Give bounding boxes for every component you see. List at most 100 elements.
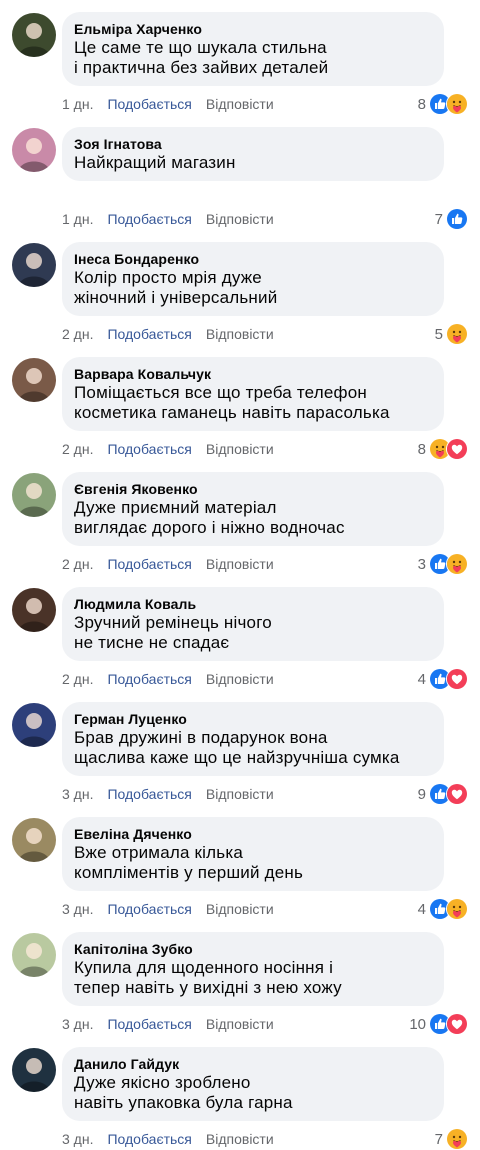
comment-actions: 3 дн. Подобається Відповісти <box>62 785 274 803</box>
avatar[interactable] <box>12 13 56 57</box>
avatar[interactable] <box>12 703 56 747</box>
comment-text: Дуже якісно зроблено навіть упаковка бул… <box>74 1073 293 1112</box>
reaction-icons <box>429 668 468 690</box>
comment: Євгенія Яковенко Дуже приємний матеріал … <box>0 460 480 575</box>
comment-text: Колір просто мрія дуже жіночний і універ… <box>74 268 278 307</box>
comment-author[interactable]: Зоя Ігнатова <box>74 135 432 153</box>
avatar[interactable] <box>12 933 56 977</box>
comment-time[interactable]: 3 дн. <box>62 900 93 918</box>
like-button[interactable]: Подобається <box>107 325 191 343</box>
like-button[interactable]: Подобається <box>107 555 191 573</box>
reaction-count: 8 <box>417 440 426 458</box>
avatar-image <box>12 13 56 57</box>
comment-author[interactable]: Інеса Бондаренко <box>74 250 432 268</box>
comment-actions: 3 дн. Подобається Відповісти <box>62 900 274 918</box>
like-button[interactable]: Подобається <box>107 900 191 918</box>
comment-author[interactable]: Капітоліна Зубко <box>74 940 432 958</box>
reaction-icons <box>429 1013 468 1035</box>
like-icon <box>446 208 468 230</box>
avatar-image <box>12 933 56 977</box>
avatar[interactable] <box>12 473 56 517</box>
reaction-summary[interactable]: 10 <box>409 1013 468 1035</box>
comment-author[interactable]: Ельміра Харченко <box>74 20 432 38</box>
comment-bubble: Ельміра Харченко Це саме те що шукала ст… <box>62 12 444 86</box>
comment-time[interactable]: 2 дн. <box>62 555 93 573</box>
reaction-count: 4 <box>417 670 426 688</box>
reaction-count: 4 <box>417 900 426 918</box>
reply-button[interactable]: Відповісти <box>206 785 274 803</box>
comment-time[interactable]: 3 дн. <box>62 1130 93 1148</box>
comment-author[interactable]: Герман Луценко <box>74 710 432 728</box>
comment-bubble: Варвара Ковальчук Поміщається все що тре… <box>62 357 444 431</box>
comment-text: Найкращий магазин <box>74 153 236 172</box>
comment-author[interactable]: Варвара Ковальчук <box>74 365 432 383</box>
comment-author[interactable]: Евеліна Дяченко <box>74 825 432 843</box>
reply-button[interactable]: Відповісти <box>206 210 274 228</box>
avatar[interactable] <box>12 1048 56 1092</box>
avatar[interactable] <box>12 358 56 402</box>
reaction-summary[interactable]: 3 <box>418 553 468 575</box>
reaction-icons <box>429 93 468 115</box>
avatar[interactable] <box>12 128 56 172</box>
reply-button[interactable]: Відповісти <box>206 900 274 918</box>
like-button[interactable]: Подобається <box>107 210 191 228</box>
like-button[interactable]: Подобається <box>107 670 191 688</box>
reaction-icons <box>446 208 468 230</box>
like-button[interactable]: Подобається <box>107 1015 191 1033</box>
avatar[interactable] <box>12 818 56 862</box>
reply-button[interactable]: Відповісти <box>206 325 274 343</box>
reply-button[interactable]: Відповісти <box>206 440 274 458</box>
reaction-count: 8 <box>417 95 426 113</box>
reaction-icons <box>446 323 468 345</box>
reaction-summary[interactable]: 8 <box>418 93 468 115</box>
comment-time[interactable]: 2 дн. <box>62 440 93 458</box>
comment-actions: 2 дн. Подобається Відповісти <box>62 440 274 458</box>
comment-bubble: Данило Гайдук Дуже якісно зроблено навіт… <box>62 1047 444 1121</box>
reply-button[interactable]: Відповісти <box>206 1130 274 1148</box>
comment-author[interactable]: Євгенія Яковенко <box>74 480 432 498</box>
comment-time[interactable]: 3 дн. <box>62 1015 93 1033</box>
reaction-summary[interactable]: 8 <box>418 438 468 460</box>
avatar-image <box>12 1048 56 1092</box>
avatar-image <box>12 358 56 402</box>
reaction-icons <box>429 553 468 575</box>
comment: Данило Гайдук Дуже якісно зроблено навіт… <box>0 1035 480 1150</box>
reply-button[interactable]: Відповісти <box>206 670 274 688</box>
like-button[interactable]: Подобається <box>107 95 191 113</box>
comment-author[interactable]: Людмила Коваль <box>74 595 432 613</box>
comment: Евеліна Дяченко Вже отримала кілька комп… <box>0 805 480 920</box>
comment-time[interactable]: 1 дн. <box>62 210 93 228</box>
like-button[interactable]: Подобається <box>107 440 191 458</box>
like-button[interactable]: Подобається <box>107 1130 191 1148</box>
care-icon <box>446 898 468 920</box>
comment: Капітоліна Зубко Купила для щоденного но… <box>0 920 480 1035</box>
avatar[interactable] <box>12 588 56 632</box>
reply-button[interactable]: Відповісти <box>206 1015 274 1033</box>
comment: Інеса Бондаренко Колір просто мрія дуже … <box>0 230 480 345</box>
comment-author[interactable]: Данило Гайдук <box>74 1055 432 1073</box>
comment: Ельміра Харченко Це саме те що шукала ст… <box>0 0 480 115</box>
reply-button[interactable]: Відповісти <box>206 95 274 113</box>
like-button[interactable]: Подобається <box>107 785 191 803</box>
comment-time[interactable]: 2 дн. <box>62 670 93 688</box>
comment-time[interactable]: 1 дн. <box>62 95 93 113</box>
reaction-summary[interactable]: 7 <box>435 208 468 230</box>
avatar[interactable] <box>12 243 56 287</box>
reaction-summary[interactable]: 7 <box>435 1128 468 1150</box>
comment-time[interactable]: 3 дн. <box>62 785 93 803</box>
avatar-image <box>12 128 56 172</box>
reply-button[interactable]: Відповісти <box>206 555 274 573</box>
comment-actions: 3 дн. Подобається Відповісти <box>62 1015 274 1033</box>
comment-text: Брав дружині в подарунок вона щаслива ка… <box>74 728 400 767</box>
comment-time[interactable]: 2 дн. <box>62 325 93 343</box>
reaction-summary[interactable]: 9 <box>418 783 468 805</box>
reaction-icons <box>446 1128 468 1150</box>
reaction-icons <box>429 898 468 920</box>
reaction-summary[interactable]: 4 <box>418 668 468 690</box>
comment-actions: 1 дн. Подобається Відповісти <box>62 210 274 228</box>
avatar-image <box>12 818 56 862</box>
love-icon <box>446 783 468 805</box>
reaction-summary[interactable]: 5 <box>435 323 468 345</box>
reaction-icons <box>429 438 468 460</box>
reaction-summary[interactable]: 4 <box>418 898 468 920</box>
